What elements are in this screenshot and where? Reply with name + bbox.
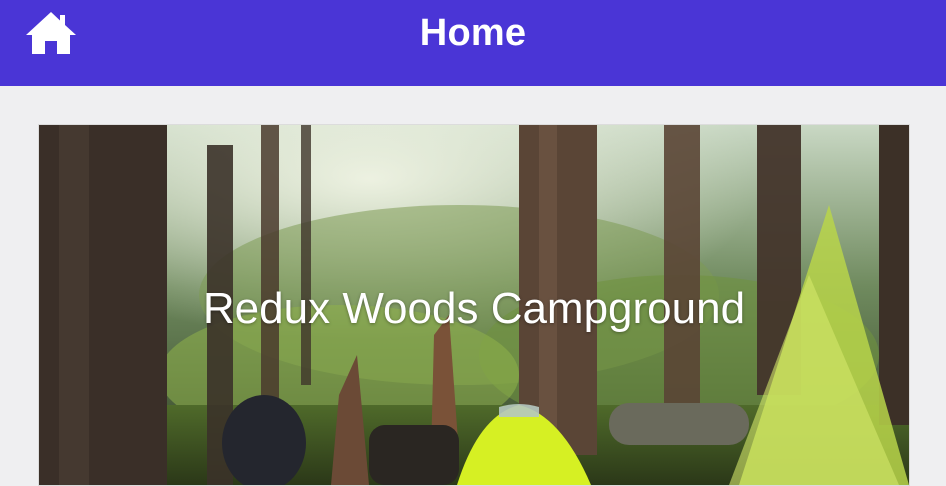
main-content: Redux Woods Campground: [0, 86, 946, 486]
campground-card[interactable]: Redux Woods Campground: [38, 124, 910, 486]
app-header: Home: [0, 0, 946, 86]
page-title: Home: [419, 12, 527, 54]
campground-title: Redux Woods Campground: [202, 284, 746, 333]
